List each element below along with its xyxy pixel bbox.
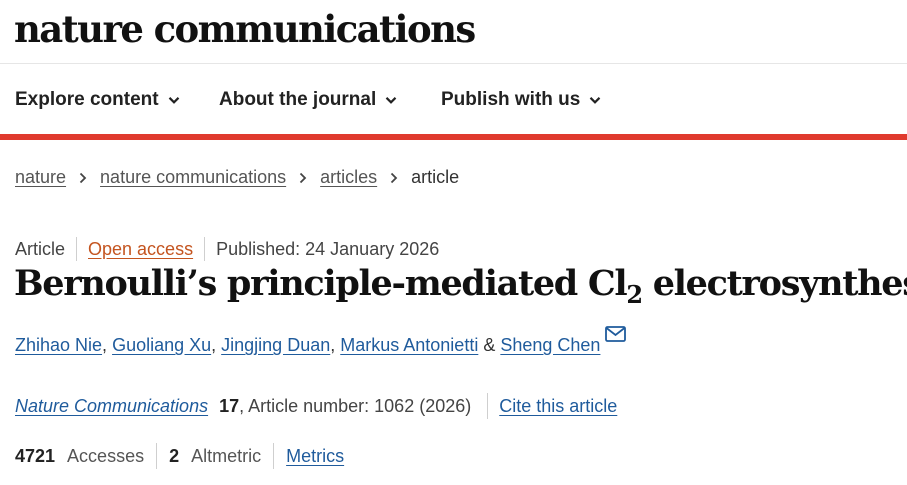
- article-number: , Article number: 1062 (2026): [239, 395, 472, 416]
- published-date: Published: 24 January 2026: [216, 238, 440, 259]
- divider: [487, 393, 489, 419]
- nav-about-journal[interactable]: About the journal: [219, 89, 397, 111]
- main-nav: Explore content About the journal Publis…: [0, 64, 907, 134]
- title-text: Bernoulli’s principle-mediated Cl: [14, 263, 628, 304]
- divider: [156, 443, 158, 469]
- chevron-right-icon: [78, 172, 88, 184]
- chevron-right-icon: [298, 172, 308, 184]
- cite-this-article-link[interactable]: Cite this article: [499, 396, 617, 417]
- author-link[interactable]: Zhihao Nie: [15, 335, 102, 356]
- author-separator: ,: [330, 335, 341, 355]
- title-text-end: electrosynthesis: [652, 263, 907, 304]
- chevron-down-icon: [385, 94, 397, 106]
- breadcrumb-link-articles[interactable]: articles: [320, 167, 377, 188]
- chevron-right-icon: [389, 172, 399, 184]
- author-list: Zhihao Nie, Guoliang Xu, Jingjing Duan, …: [15, 326, 627, 356]
- accesses-count: 4721: [15, 445, 56, 466]
- accesses-label: Accesses: [67, 445, 145, 466]
- breadcrumb-link-nature[interactable]: nature: [15, 167, 66, 188]
- author-link[interactable]: Jingjing Duan: [221, 335, 330, 356]
- title-subscript: 2: [626, 280, 643, 309]
- mail-icon[interactable]: [605, 326, 627, 342]
- article-metrics: 4721 Accesses 2 Altmetric Metrics: [15, 443, 344, 469]
- accent-bar: [0, 134, 907, 140]
- breadcrumb: nature nature communications articles ar…: [15, 167, 459, 188]
- citation-line: Nature Communications 17 , Article numbe…: [15, 393, 617, 419]
- chevron-down-icon: [589, 94, 601, 106]
- journal-link[interactable]: Nature Communications: [15, 396, 208, 417]
- nav-item-label: About the journal: [219, 89, 377, 110]
- journal-logo[interactable]: nature communications: [14, 7, 476, 51]
- nav-publish-with-us[interactable]: Publish with us: [441, 89, 601, 111]
- author-separator: ,: [211, 335, 222, 355]
- article-title: Bernoulli’s principle-mediated Cl2 elect…: [14, 262, 907, 309]
- breadcrumb-link-nature-communications[interactable]: nature communications: [100, 167, 286, 188]
- nav-explore-content[interactable]: Explore content: [15, 89, 180, 111]
- divider: [76, 237, 78, 261]
- volume-number: 17: [219, 395, 240, 416]
- open-access-link[interactable]: Open access: [88, 239, 193, 260]
- chevron-down-icon: [168, 94, 180, 106]
- nav-item-label: Explore content: [15, 89, 159, 110]
- divider: [273, 443, 275, 469]
- metrics-link[interactable]: Metrics: [286, 446, 344, 467]
- site-header: nature communications: [0, 0, 907, 64]
- article-meta: Article Open access Published: 24 Januar…: [15, 237, 439, 261]
- altmetric-count: 2: [169, 445, 180, 466]
- author-separator: ,: [102, 335, 113, 355]
- divider: [204, 237, 206, 261]
- author-link[interactable]: Markus Antonietti: [340, 335, 478, 356]
- nav-item-label: Publish with us: [441, 89, 581, 110]
- author-link[interactable]: Sheng Chen: [500, 335, 600, 356]
- author-separator: &: [478, 335, 501, 355]
- breadcrumb-current: article: [411, 167, 460, 187]
- article-type: Article: [15, 238, 66, 259]
- altmetric-label: Altmetric: [191, 445, 262, 466]
- author-link[interactable]: Guoliang Xu: [112, 335, 211, 356]
